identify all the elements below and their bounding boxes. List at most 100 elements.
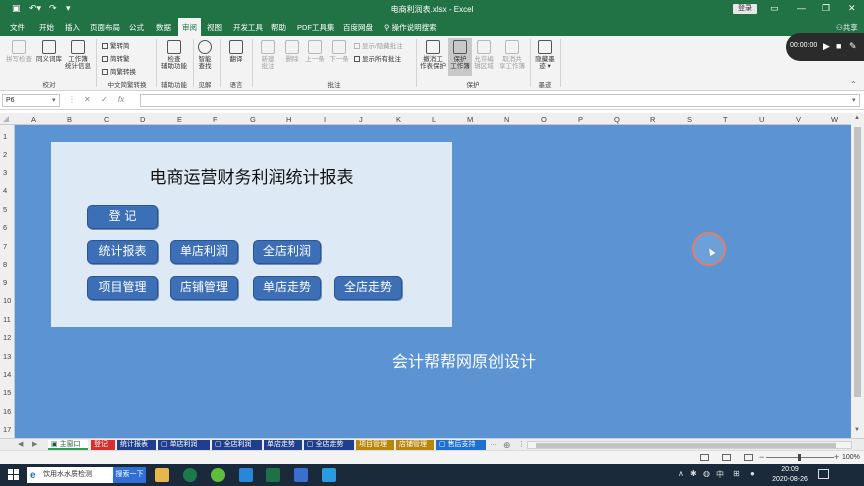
project-management-button[interactable]: 项目管理 — [87, 276, 158, 300]
wechat-icon[interactable] — [183, 468, 197, 482]
more-sheets-icon[interactable]: … — [490, 440, 497, 447]
tab-insert[interactable]: 插入 — [65, 22, 80, 33]
column-m[interactable]: M — [467, 115, 473, 124]
tray-expand-icon[interactable]: ∧ — [678, 469, 684, 478]
single-shop-profit-button[interactable]: 单店利润 — [170, 240, 238, 264]
sheet-tab-all-profit[interactable]: ▢ 全店利润 — [212, 440, 262, 450]
tab-developer[interactable]: 开发工具 — [233, 22, 263, 33]
cancel-icon[interactable]: ✕ — [84, 95, 91, 104]
page-break-view-icon[interactable] — [744, 454, 753, 461]
column-f[interactable]: F — [213, 115, 218, 124]
select-all-corner[interactable] — [3, 116, 9, 122]
column-b[interactable]: B — [67, 115, 72, 124]
row-16[interactable]: 16 — [3, 407, 11, 416]
smart-lookup-button[interactable]: 智能 查找 — [194, 40, 216, 70]
row-1[interactable]: 1 — [3, 132, 7, 141]
column-i[interactable]: I — [324, 115, 326, 124]
column-s[interactable]: S — [687, 115, 692, 124]
row-4[interactable]: 4 — [3, 186, 7, 195]
horizontal-scrollbar[interactable] — [527, 441, 852, 449]
app-icon[interactable] — [239, 468, 253, 482]
row-10[interactable]: 10 — [3, 296, 11, 305]
row-2[interactable]: 2 — [3, 150, 7, 159]
normal-view-icon[interactable] — [700, 454, 709, 461]
tab-file[interactable]: 文件 — [10, 22, 25, 33]
expand-formula-icon[interactable]: ▾ — [852, 96, 856, 104]
sheet-tab-main[interactable]: ▣ 主窗口 — [48, 440, 88, 450]
ribbon-display-icon[interactable]: ▭ — [770, 3, 779, 14]
row-11[interactable]: 11 — [3, 315, 11, 324]
tab-review[interactable]: 审阅 — [178, 18, 201, 36]
thesaurus-button[interactable]: 同义词库 — [34, 40, 64, 63]
close-icon[interactable]: ✕ — [848, 3, 856, 14]
file-explorer-icon[interactable] — [155, 468, 169, 482]
row-8[interactable]: 8 — [3, 260, 7, 269]
sheet-tab-shop-mgmt[interactable]: 店铺管理 — [396, 440, 434, 450]
column-d[interactable]: D — [140, 115, 145, 124]
column-a[interactable]: A — [31, 115, 36, 124]
delete-comment-button[interactable]: 删除 — [281, 40, 303, 63]
wechat-tray-icon[interactable]: ● — [750, 469, 755, 478]
sheet-tab-single-profit[interactable]: ▢ 单店利润 — [158, 440, 210, 450]
taskbar-search-box[interactable]: e 饮用水水质检测 — [27, 467, 113, 483]
register-button[interactable]: 登 记 — [87, 205, 158, 229]
row-3[interactable]: 3 — [3, 168, 7, 177]
translate-button[interactable]: 翻译 — [224, 40, 248, 63]
taskbar-search-button[interactable]: 搜索一下 — [113, 467, 146, 483]
column-u[interactable]: U — [759, 115, 764, 124]
tab-baidu-netdisk[interactable]: 百度网盘 — [343, 22, 373, 33]
formula-input[interactable] — [140, 94, 860, 107]
tab-page-layout[interactable]: 页面布局 — [90, 22, 120, 33]
collapse-ribbon-icon[interactable]: ⌃ — [850, 80, 857, 89]
windows-start-icon[interactable] — [8, 469, 20, 481]
column-c[interactable]: C — [104, 115, 109, 124]
spellcheck-button[interactable]: 拼写检查 — [4, 40, 34, 63]
restore-icon[interactable]: ❐ — [822, 3, 830, 14]
scroll-down-icon[interactable]: ▼ — [854, 427, 860, 433]
excel-icon[interactable] — [266, 468, 280, 482]
column-q[interactable]: Q — [614, 115, 620, 124]
zoom-out-icon[interactable]: − — [759, 452, 764, 462]
new-comment-button[interactable]: 新建 批注 — [255, 40, 281, 70]
row-5[interactable]: 5 — [3, 205, 7, 214]
scroll-up-icon[interactable]: ▲ — [854, 115, 860, 121]
tab-formulas[interactable]: 公式 — [129, 22, 144, 33]
minimize-icon[interactable]: — — [797, 3, 806, 13]
sheet-tab-single-trend[interactable]: 单店走势 — [264, 440, 302, 450]
insert-function-icon[interactable]: fx — [118, 95, 124, 104]
sheet-tab-register[interactable]: 登记 — [91, 440, 115, 450]
column-n[interactable]: N — [504, 115, 509, 124]
unprotect-sheet-button[interactable]: 撤消工 作表保护 — [418, 40, 448, 70]
tab-help[interactable]: 帮助 — [271, 22, 286, 33]
convert-button[interactable]: 简繁转换 — [102, 66, 136, 76]
to-traditional-button[interactable]: 繁转简 — [102, 40, 130, 50]
browser-icon[interactable] — [211, 468, 225, 482]
all-shops-trend-button[interactable]: 全店走势 — [334, 276, 402, 300]
allow-edit-ranges-button[interactable]: 允许编 辑区域 — [472, 40, 496, 70]
tell-me-search[interactable]: ⚲ 操作说明搜索 — [384, 22, 437, 33]
tab-home[interactable]: 开始 — [39, 22, 54, 33]
stop-icon[interactable]: ■ — [836, 41, 841, 51]
bluetooth-icon[interactable]: ✱ — [690, 469, 697, 478]
next-sheet-icon[interactable]: ▶ — [32, 440, 37, 448]
sheet-tab-project-mgmt[interactable]: 项目管理 — [356, 440, 394, 450]
column-l[interactable]: L — [432, 115, 436, 124]
sheet-tab-after-sales[interactable]: ▢ 售后支持 — [436, 440, 486, 450]
column-w[interactable]: W — [831, 115, 838, 124]
next-comment-button[interactable]: 下一条 — [327, 40, 351, 63]
unshare-workbook-button[interactable]: 取消共 享工作簿 — [496, 40, 528, 70]
pen-icon[interactable]: ✎ — [849, 41, 857, 52]
tab-pdf-tools[interactable]: PDF工具集 — [297, 22, 335, 33]
check-accessibility-button[interactable]: 检查 辅助功能 — [157, 40, 191, 70]
show-hide-comment-button[interactable]: 显示/隐藏批注 — [354, 40, 403, 50]
zoom-level[interactable]: 100% — [842, 454, 860, 461]
sheet-tab-all-trend[interactable]: ▢ 全店走势 — [304, 440, 354, 450]
row-9[interactable]: 9 — [3, 278, 7, 287]
page-layout-view-icon[interactable] — [722, 454, 731, 461]
column-o[interactable]: O — [541, 115, 547, 124]
shop-management-button[interactable]: 店铺管理 — [170, 276, 238, 300]
recorder-icon[interactable] — [294, 468, 308, 482]
row-17[interactable]: 17 — [3, 425, 11, 434]
previous-comment-button[interactable]: 上一条 — [303, 40, 327, 63]
hide-ink-button[interactable]: 隐藏墨 迹 ▾ — [532, 40, 558, 70]
